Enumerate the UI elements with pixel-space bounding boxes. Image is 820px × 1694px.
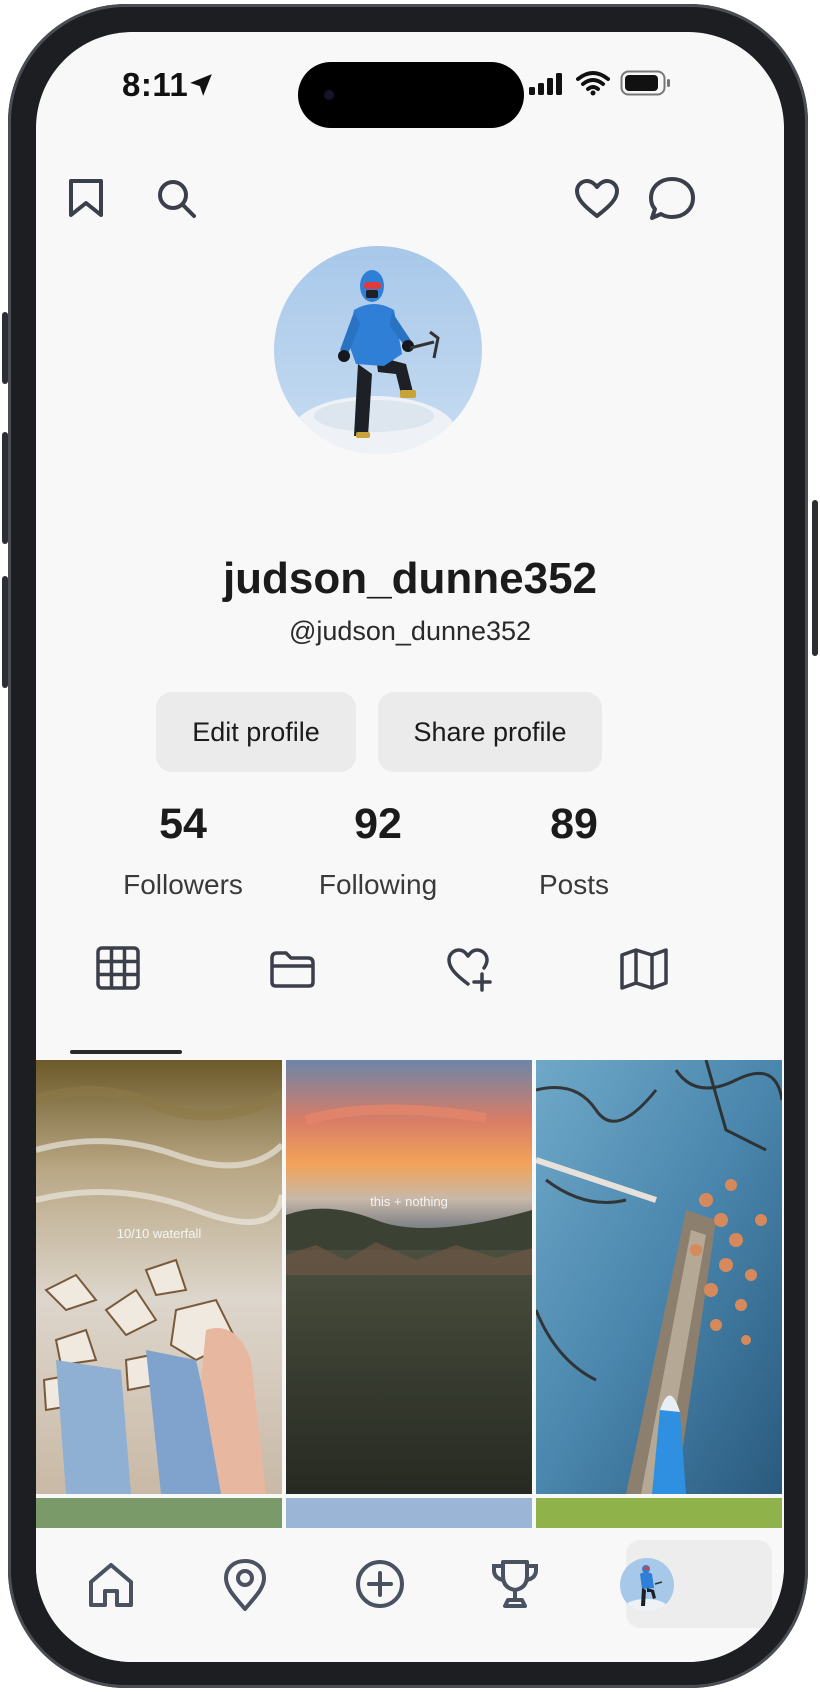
phone-action-button [2,312,8,384]
chat-bubble-icon[interactable] [648,176,696,222]
nav-profile-avatar[interactable] [620,1558,674,1612]
battery-icon [620,70,672,96]
tab-grid[interactable] [96,946,140,990]
stat-value: 92 [354,800,402,848]
profile-handle: @judson_dunne352 [288,616,532,646]
status-time: 8:11 [122,66,189,103]
post-tile-partial[interactable] [536,1498,782,1528]
tab-map[interactable] [620,948,668,990]
post-tile-lake[interactable] [536,1060,782,1494]
post-tile-sunset[interactable]: this + nothing [286,1060,532,1494]
post-tile-waterfall[interactable]: 10/10 waterfall [36,1060,282,1494]
grid-icon [96,946,140,990]
stat-label: Following [318,869,438,900]
wifi-icon [576,70,610,96]
map-icon [620,948,668,990]
post-tile-partial[interactable] [286,1498,532,1528]
location-arrow-icon [188,72,214,98]
post-image [536,1060,782,1494]
heart-plus-icon [447,948,492,992]
dynamic-island [298,62,524,128]
search-icon[interactable] [156,178,198,220]
profile-username: judson_dunne352 [222,554,598,603]
location-pin-icon [224,1559,266,1611]
tab-collections[interactable] [270,950,316,988]
phone-power-button [812,500,818,656]
post-image [286,1060,532,1494]
phone-volume-down-button [2,576,8,688]
stat-value: 54 [159,800,207,848]
avatar [620,1558,674,1612]
post-image [36,1060,282,1494]
nav-leaderboard[interactable] [490,1558,540,1610]
home-icon [89,1563,133,1607]
stat-followers[interactable]: 54 Followers [93,800,273,901]
folder-icon [270,951,315,988]
post-caption: this + nothing [370,1194,448,1209]
stat-label: Posts [538,869,610,900]
stat-value: 89 [550,800,598,848]
tab-active-indicator [70,1050,182,1054]
heart-icon[interactable] [574,178,620,220]
stat-label: Followers [123,869,243,900]
tab-liked[interactable] [446,946,492,992]
plus-circle-icon [356,1560,404,1608]
share-profile-button[interactable]: Share profile [378,692,602,772]
stat-following[interactable]: 92 Following [288,800,468,901]
bookmark-icon[interactable] [68,178,104,218]
signal-icon [528,72,564,96]
edit-profile-button[interactable]: Edit profile [156,692,356,772]
app-screen: 8:11 judson_dunne352 @judson_dunne352 Ed… [36,32,784,1662]
stat-posts[interactable]: 89 Posts [484,800,664,901]
nav-create[interactable] [354,1558,406,1610]
profile-avatar[interactable] [274,246,482,454]
post-caption: 10/10 waterfall [116,1226,202,1241]
phone-volume-up-button [2,432,8,544]
post-tile-partial[interactable] [36,1498,282,1528]
nav-home[interactable] [86,1560,136,1610]
trophy-icon [492,1560,538,1608]
nav-map[interactable] [222,1558,268,1612]
